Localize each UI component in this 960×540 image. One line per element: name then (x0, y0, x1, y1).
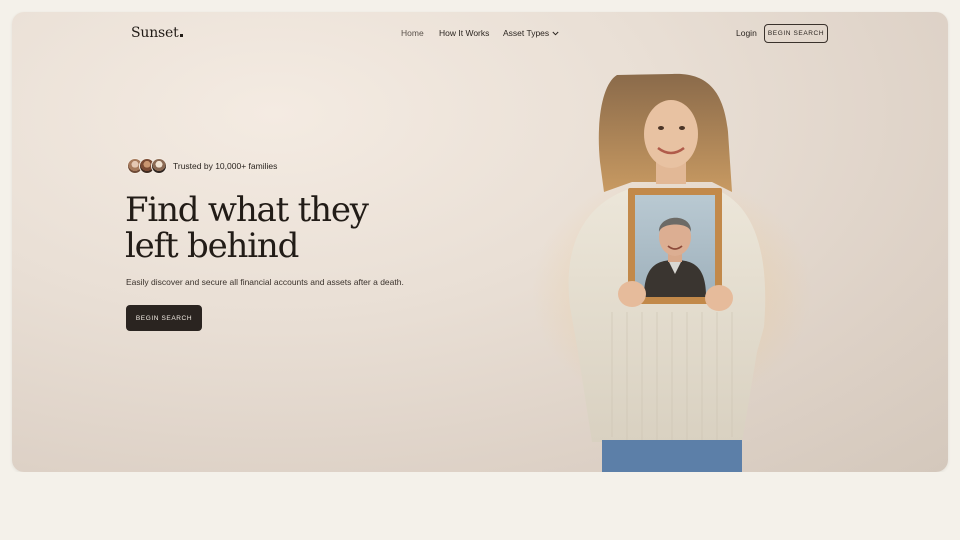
nav-link-home[interactable]: Home (401, 28, 424, 38)
nav-link-asset-types-label: Asset Types (503, 28, 550, 38)
nav-begin-search-button[interactable]: BEGIN SEARCH (764, 24, 828, 43)
trust-badge: Trusted by 10,000+ families (127, 155, 277, 177)
login-link[interactable]: Login (736, 28, 757, 38)
headline-line-1: Find what they (125, 190, 369, 230)
nav-link-asset-types[interactable]: Asset Types (503, 28, 559, 38)
hero-section: Sunset Home How It Works Asset Types Log… (12, 12, 948, 472)
logo-text: Sunset (131, 25, 179, 41)
avatar-group (127, 158, 167, 174)
top-nav: Sunset Home How It Works Asset Types Log… (12, 12, 948, 56)
headline-line-2: left behind (125, 226, 299, 266)
hero-begin-search-button[interactable]: BEGIN SEARCH (126, 305, 202, 331)
logo[interactable]: Sunset (131, 25, 183, 41)
nav-link-how-it-works[interactable]: How It Works (439, 28, 489, 38)
chevron-down-icon (552, 31, 559, 36)
hero-subtext: Easily discover and secure all financial… (126, 277, 404, 287)
avatar (151, 158, 167, 174)
below-fold-area (0, 472, 960, 540)
trust-text: Trusted by 10,000+ families (173, 161, 278, 171)
hero-headline: Find what they left behind (125, 192, 445, 264)
hero-photo-woman-holding-portrait (532, 73, 812, 472)
logo-dot (179, 34, 183, 37)
